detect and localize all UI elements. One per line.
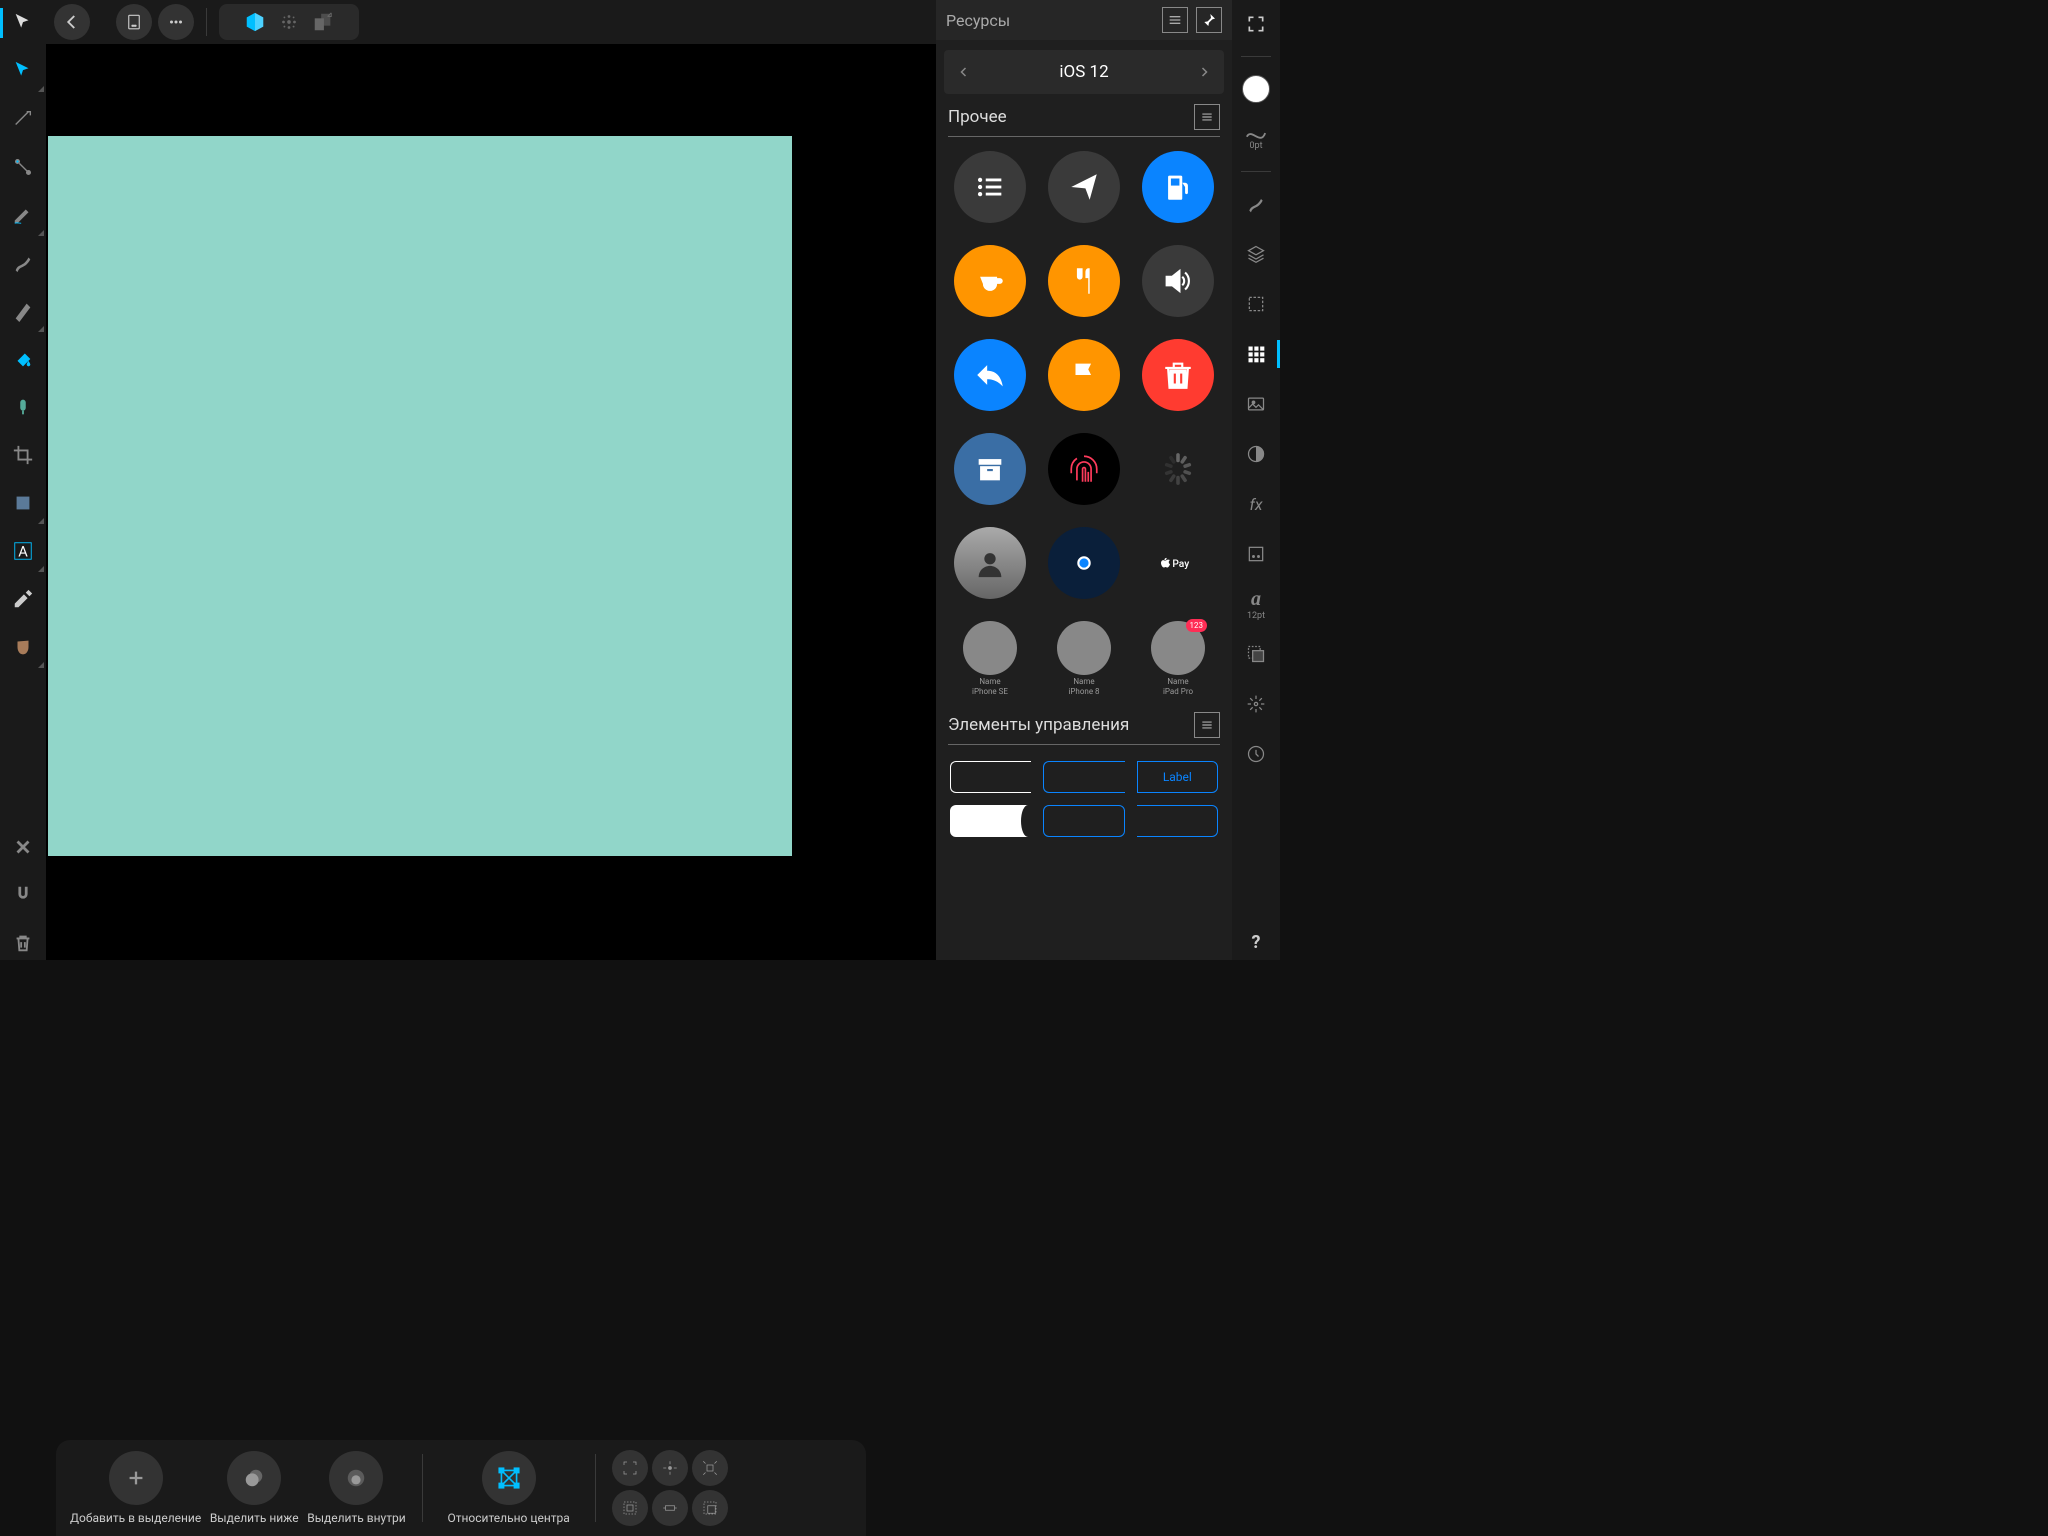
export-persona-icon bbox=[312, 11, 334, 33]
navigation-arrow-icon[interactable] bbox=[1048, 151, 1120, 223]
placeholder-iphone-8[interactable] bbox=[1057, 621, 1111, 675]
coffee-cup-icon[interactable] bbox=[954, 245, 1026, 317]
notification-badge: 123 bbox=[1186, 619, 1208, 632]
asset-category-selector[interactable]: iOS 12 bbox=[944, 50, 1224, 94]
category-next-button[interactable] bbox=[1192, 64, 1216, 80]
pen-tool[interactable] bbox=[6, 294, 40, 328]
control-outline-blue[interactable] bbox=[1043, 805, 1124, 837]
fx-studio[interactable]: fx bbox=[1238, 486, 1274, 522]
fingerprint-icon[interactable] bbox=[1048, 433, 1120, 505]
svg-text:A: A bbox=[18, 543, 28, 561]
document-menu-button[interactable] bbox=[116, 4, 152, 40]
help-button[interactable]: ? bbox=[1238, 924, 1274, 960]
align-spacing-button[interactable] bbox=[692, 1490, 728, 1526]
crop-tool[interactable] bbox=[6, 438, 40, 472]
color-swatch[interactable] bbox=[1238, 71, 1274, 107]
align-corners-button[interactable] bbox=[612, 1450, 648, 1486]
top-bar bbox=[46, 0, 936, 44]
navigator-studio[interactable] bbox=[1238, 686, 1274, 722]
section-menu-button[interactable] bbox=[1194, 712, 1220, 738]
fullscreen-button[interactable] bbox=[1238, 6, 1274, 42]
panel-list-view-button[interactable] bbox=[1162, 7, 1188, 33]
svg-text:Pay: Pay bbox=[1172, 559, 1189, 570]
shape-tool[interactable] bbox=[6, 486, 40, 520]
transform-studio[interactable] bbox=[1238, 636, 1274, 672]
archive-box-icon[interactable] bbox=[954, 433, 1026, 505]
fill-tool[interactable] bbox=[6, 342, 40, 376]
trash-icon[interactable] bbox=[1142, 339, 1214, 411]
pencil-tool[interactable] bbox=[6, 198, 40, 232]
constraints-studio[interactable] bbox=[1238, 536, 1274, 572]
move-tool[interactable] bbox=[6, 6, 40, 40]
stylus-tool[interactable] bbox=[6, 390, 40, 424]
selection-studio[interactable] bbox=[1238, 286, 1274, 322]
control-segment-label[interactable]: Label bbox=[1137, 761, 1218, 793]
select-below-button[interactable] bbox=[227, 1451, 281, 1505]
artboard[interactable] bbox=[48, 136, 792, 856]
spinner-icon[interactable] bbox=[1142, 433, 1214, 505]
control-segment-filled[interactable] bbox=[950, 805, 1031, 837]
more-menu-button[interactable] bbox=[158, 4, 194, 40]
delete-tool[interactable] bbox=[6, 926, 40, 960]
apple-pay-icon[interactable]: Pay bbox=[1142, 527, 1214, 599]
fuel-pump-icon[interactable] bbox=[1142, 151, 1214, 223]
left-toolbar: A bbox=[0, 0, 46, 960]
bottom-context-bar: Добавить в выделение Выделить ниже Выдел… bbox=[56, 1440, 866, 1536]
stock-studio[interactable] bbox=[1238, 386, 1274, 422]
align-expand-button[interactable] bbox=[692, 1450, 728, 1486]
right-sidebar: 0pt fx a12pt ? bbox=[1232, 0, 1280, 960]
workspace bbox=[46, 0, 936, 960]
stroke-studio[interactable]: 0pt bbox=[1238, 121, 1274, 157]
back-button[interactable] bbox=[54, 4, 90, 40]
assets-panel-title: Ресурсы bbox=[946, 11, 1154, 30]
close-tool[interactable] bbox=[6, 830, 40, 864]
pan-tool[interactable] bbox=[6, 630, 40, 664]
vector-brush-tool[interactable] bbox=[6, 246, 40, 280]
reply-arrow-icon[interactable] bbox=[954, 339, 1026, 411]
placeholder-iphone-se[interactable] bbox=[963, 621, 1017, 675]
panel-pin-button[interactable] bbox=[1196, 7, 1222, 33]
align-bounds-button[interactable] bbox=[612, 1490, 648, 1526]
canvas-area[interactable] bbox=[46, 44, 936, 960]
persona-switcher[interactable] bbox=[219, 4, 359, 40]
designer-persona-icon bbox=[244, 11, 266, 33]
list-icon[interactable] bbox=[954, 151, 1026, 223]
point-transform-tool[interactable] bbox=[6, 102, 40, 136]
align-horizontal-button[interactable] bbox=[652, 1490, 688, 1526]
flag-icon[interactable] bbox=[1048, 339, 1120, 411]
section-title-other: Прочее bbox=[948, 107, 1194, 127]
fork-knife-icon[interactable] bbox=[1048, 245, 1120, 317]
corner-tool[interactable] bbox=[6, 150, 40, 184]
text-studio[interactable]: a12pt bbox=[1238, 586, 1274, 622]
section-menu-button[interactable] bbox=[1194, 104, 1220, 130]
assets-studio-button[interactable] bbox=[1238, 336, 1274, 372]
adjustments-studio[interactable] bbox=[1238, 436, 1274, 472]
history-studio[interactable] bbox=[1238, 736, 1274, 772]
transform-origin-button[interactable] bbox=[482, 1451, 536, 1505]
category-name: iOS 12 bbox=[976, 62, 1192, 82]
control-segment-left[interactable] bbox=[950, 761, 1031, 793]
speaker-icon[interactable] bbox=[1142, 245, 1214, 317]
select-inside-button[interactable] bbox=[329, 1451, 383, 1505]
brushes-studio[interactable] bbox=[1238, 186, 1274, 222]
control-segment-blue[interactable] bbox=[1043, 761, 1124, 793]
add-to-selection-button[interactable] bbox=[109, 1451, 163, 1505]
align-center-button[interactable] bbox=[652, 1450, 688, 1486]
snap-tool[interactable] bbox=[6, 878, 40, 912]
record-dot-icon[interactable] bbox=[1048, 527, 1120, 599]
category-prev-button[interactable] bbox=[952, 64, 976, 80]
pixel-persona-icon bbox=[278, 11, 300, 33]
eyedropper-tool[interactable] bbox=[6, 582, 40, 616]
alignment-grid bbox=[612, 1450, 728, 1526]
assets-panel: Ресурсы iOS 12 Прочее Pay NameiPhone SE … bbox=[936, 0, 1232, 960]
node-tool[interactable] bbox=[6, 54, 40, 88]
asset-grid: Pay NameiPhone SE NameiPhone 8 123NameiP… bbox=[936, 145, 1232, 702]
layers-studio[interactable] bbox=[1238, 236, 1274, 272]
placeholder-ipad-pro[interactable]: 123 bbox=[1151, 621, 1205, 675]
avatar-silhouette-icon[interactable] bbox=[954, 527, 1026, 599]
section-title-controls: Элементы управления bbox=[948, 715, 1194, 735]
control-outline-right[interactable] bbox=[1137, 805, 1218, 837]
text-tool[interactable]: A bbox=[6, 534, 40, 568]
